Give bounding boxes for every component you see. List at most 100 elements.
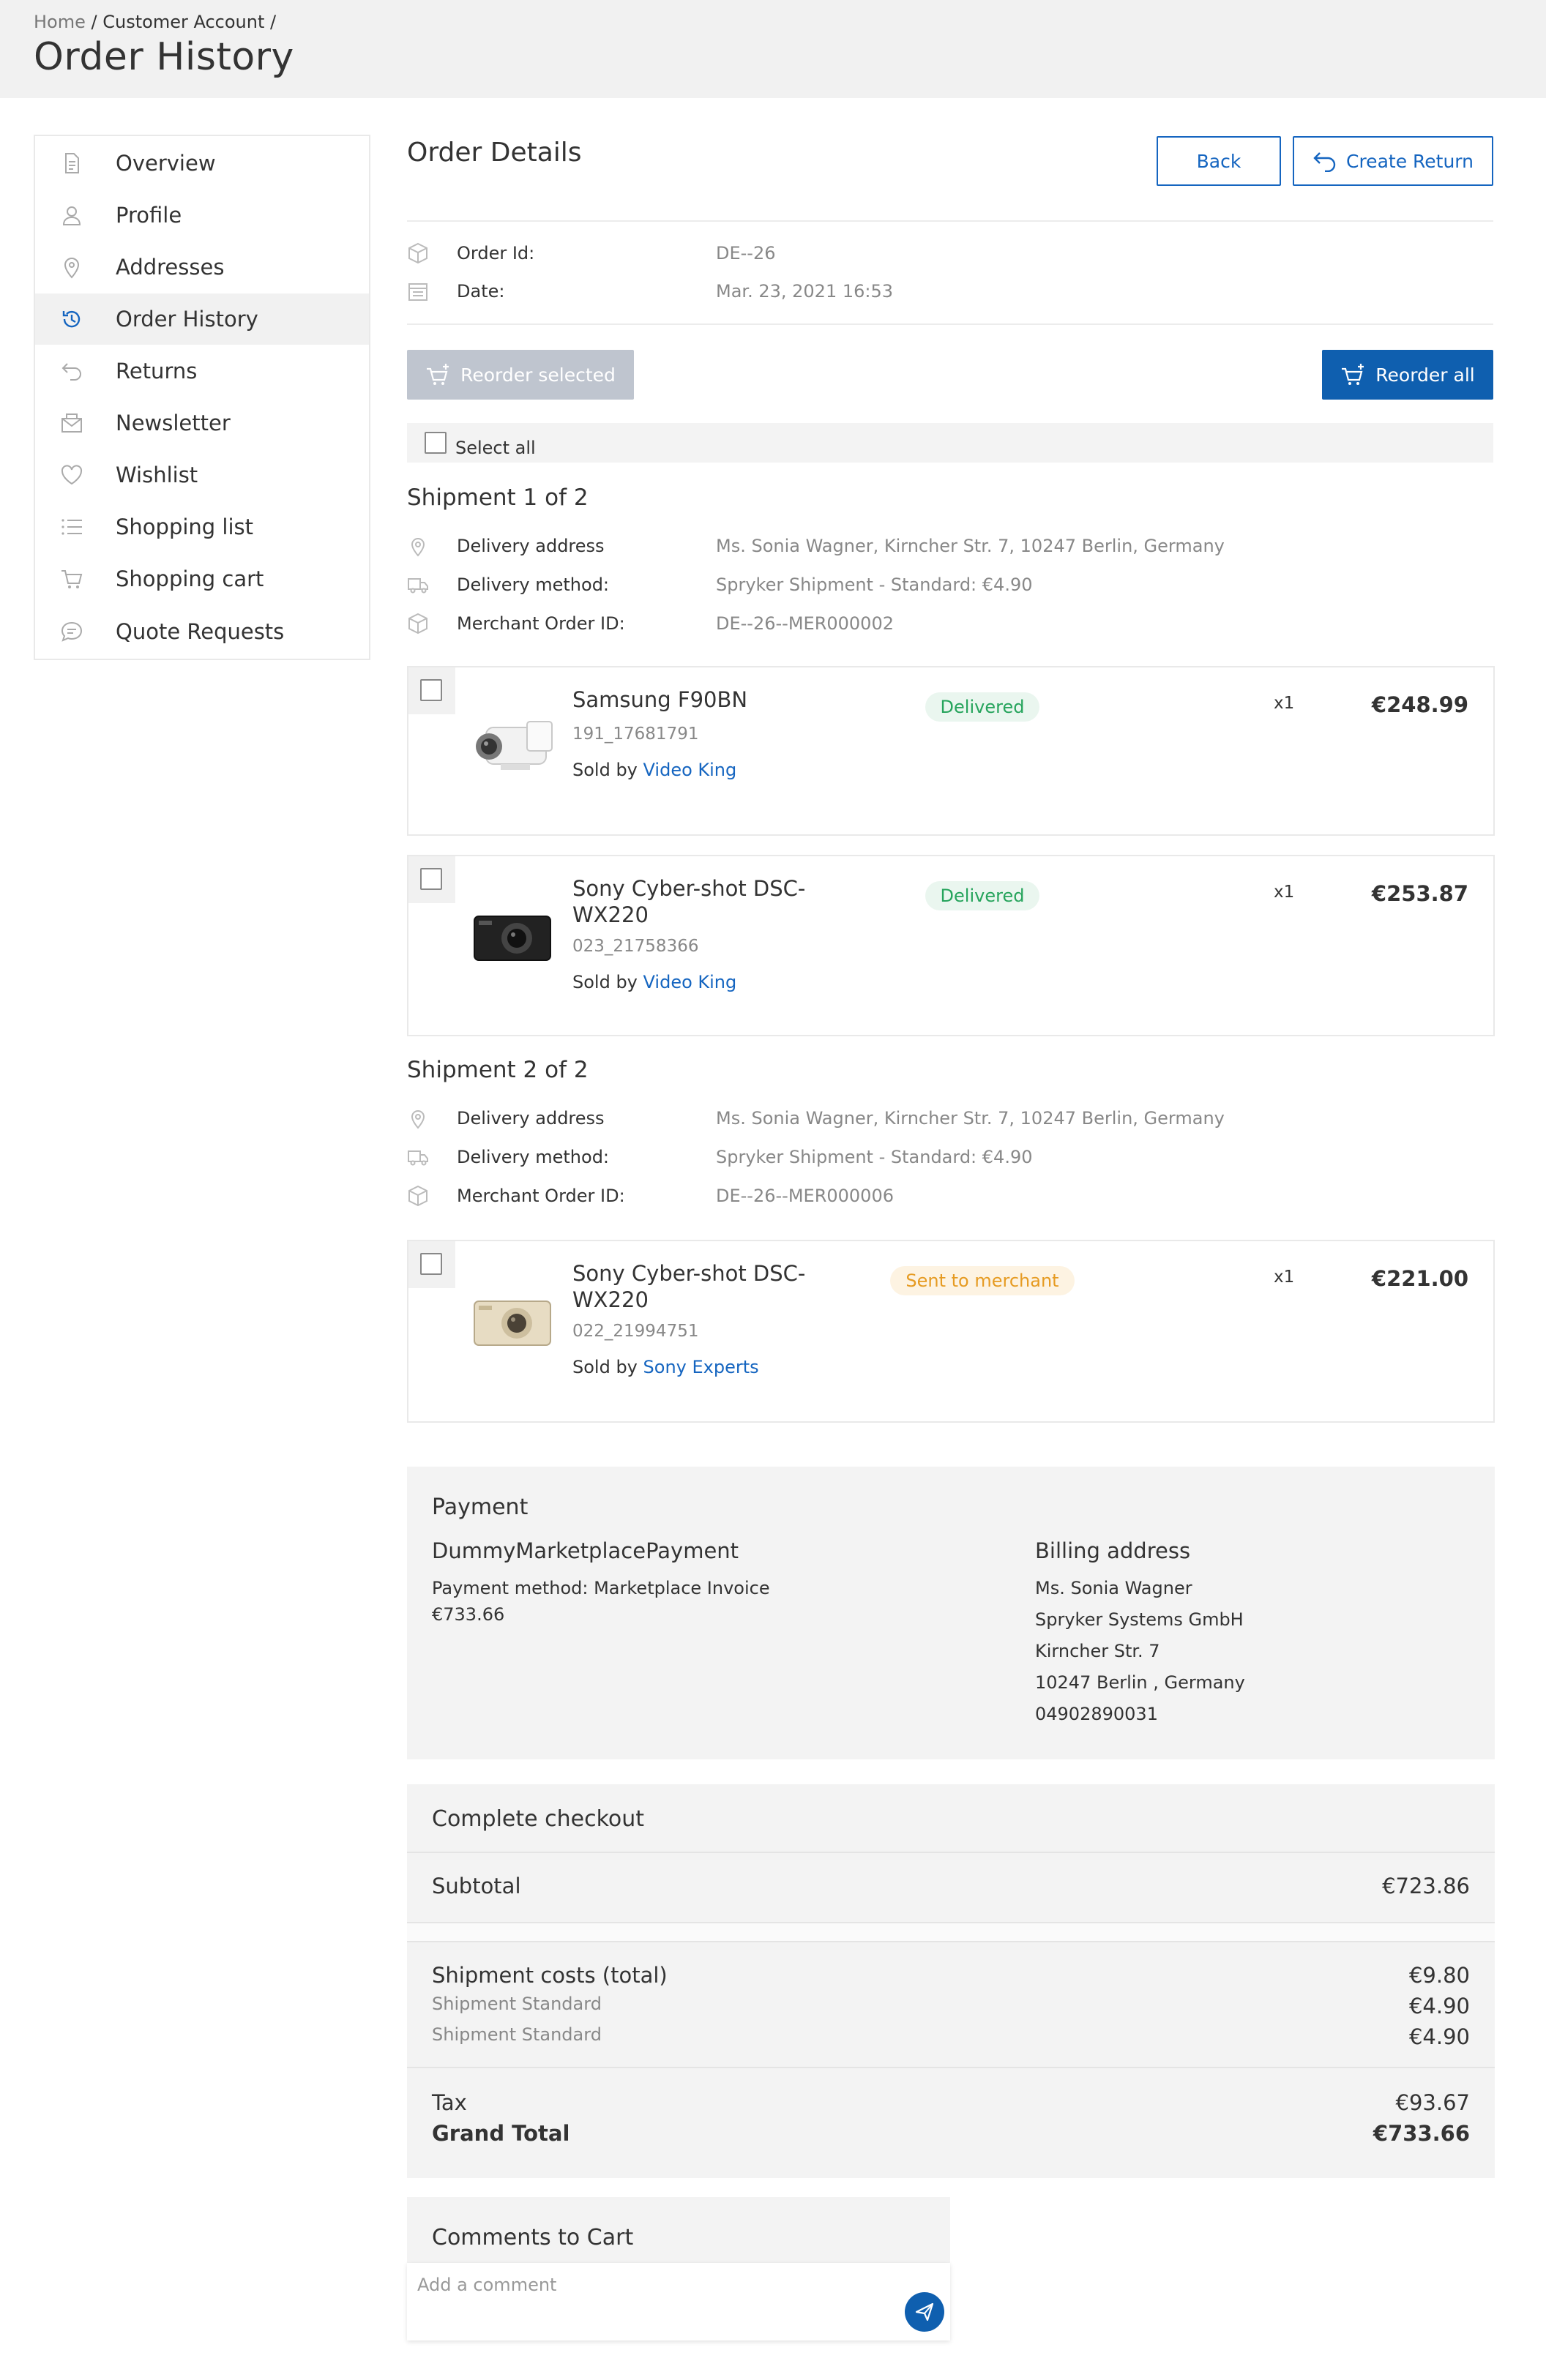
sidebar-item-addresses[interactable]: Addresses bbox=[35, 242, 369, 293]
reorder-selected-label: Reorder selected bbox=[460, 364, 616, 386]
create-return-label: Create Return bbox=[1346, 150, 1474, 172]
account-sidebar: Overview Profile Addresses Order History… bbox=[34, 135, 370, 660]
merchant-link[interactable]: Sony Experts bbox=[643, 1357, 759, 1377]
item-quantity: x1 bbox=[1274, 883, 1295, 902]
cart-add-icon bbox=[1342, 364, 1364, 385]
product-name[interactable]: Samsung F90BN bbox=[572, 686, 843, 713]
return-icon bbox=[61, 363, 81, 381]
shipment-line-label: Shipment Standard bbox=[432, 2024, 602, 2045]
product-name[interactable]: Sony Cyber-shot DSC-WX220 bbox=[572, 875, 843, 928]
item-checkbox-area bbox=[408, 1241, 455, 1288]
chat-icon bbox=[61, 621, 83, 642]
billing-line: Ms. Sonia Wagner bbox=[1035, 1578, 1192, 1598]
reorder-all-label: Reorder all bbox=[1375, 364, 1475, 386]
user-icon bbox=[62, 206, 81, 225]
order-id-label: Order Id: bbox=[457, 243, 535, 263]
order-date-row: Date: Mar. 23, 2021 16:53 bbox=[407, 277, 1139, 306]
reorder-selected-button[interactable]: Reorder selected bbox=[407, 350, 634, 400]
sidebar-item-label: Newsletter bbox=[116, 411, 231, 435]
billing-line: 04902890031 bbox=[1035, 1704, 1158, 1724]
delivery-address-row: Delivery address Ms. Sonia Wagner, Kirnc… bbox=[407, 531, 1432, 561]
payment-panel: Payment DummyMarketplacePayment Payment … bbox=[407, 1467, 1495, 1759]
product-sku: 022_21994751 bbox=[572, 1322, 699, 1341]
map-pin-icon bbox=[411, 538, 425, 557]
sidebar-item-quote-requests[interactable]: Quote Requests bbox=[35, 606, 369, 657]
back-button[interactable]: Back bbox=[1157, 136, 1281, 186]
sidebar-item-wishlist[interactable]: Wishlist bbox=[35, 449, 369, 501]
payment-amount: €733.66 bbox=[432, 1604, 505, 1625]
truck-icon bbox=[408, 578, 428, 594]
item-checkbox[interactable] bbox=[420, 1253, 442, 1275]
billing-line: 10247 Berlin , Germany bbox=[1035, 1672, 1245, 1693]
delivery-method-label: Delivery method: bbox=[457, 575, 610, 595]
sidebar-item-label: Shopping cart bbox=[116, 566, 264, 591]
box-icon bbox=[408, 1185, 427, 1207]
product-sku: 191_17681791 bbox=[572, 725, 699, 744]
subtotal-label: Subtotal bbox=[432, 1874, 521, 1898]
sidebar-item-label: Overview bbox=[116, 151, 216, 176]
item-price: €248.99 bbox=[1371, 692, 1468, 717]
order-id-row: Order Id: DE--26 bbox=[407, 239, 1139, 268]
shipment-line-value: €4.90 bbox=[1408, 1994, 1470, 2018]
product-sku: 023_21758366 bbox=[572, 937, 699, 956]
cart-add-icon bbox=[427, 364, 449, 385]
map-pin-icon bbox=[64, 258, 80, 279]
delivery-method-value: Spryker Shipment - Standard: €4.90 bbox=[716, 1147, 1033, 1167]
merchant-order-row: Merchant Order ID: DE--26--MER000006 bbox=[407, 1181, 1432, 1210]
create-return-button[interactable]: Create Return bbox=[1293, 136, 1493, 186]
merchant-link[interactable]: Video King bbox=[643, 972, 737, 992]
shipment-line-label: Shipment Standard bbox=[432, 1994, 602, 2014]
comment-input[interactable] bbox=[407, 2263, 950, 2340]
send-comment-button[interactable] bbox=[905, 2292, 944, 2332]
box-icon bbox=[408, 613, 427, 635]
merchant-order-label: Merchant Order ID: bbox=[457, 1186, 625, 1206]
tax-label: Tax bbox=[432, 2090, 467, 2115]
billing-address-title: Billing address bbox=[1035, 1538, 1191, 1563]
sidebar-item-shopping-cart[interactable]: Shopping cart bbox=[35, 553, 369, 605]
sidebar-item-label: Profile bbox=[116, 203, 182, 228]
divider bbox=[407, 220, 1493, 222]
item-checkbox-area bbox=[408, 856, 455, 903]
select-all-label: Select all bbox=[455, 438, 536, 458]
delivery-address-label: Delivery address bbox=[457, 1108, 605, 1129]
item-checkbox[interactable] bbox=[420, 868, 442, 890]
merchant-link[interactable]: Video King bbox=[643, 760, 737, 780]
sidebar-item-returns[interactable]: Returns bbox=[35, 345, 369, 397]
delivery-method-value: Spryker Shipment - Standard: €4.90 bbox=[716, 575, 1033, 595]
sold-by-label: Sold by bbox=[572, 972, 638, 992]
sidebar-item-label: Shopping list bbox=[116, 514, 254, 539]
item-checkbox-area bbox=[408, 667, 455, 714]
sidebar-item-shopping-list[interactable]: Shopping list bbox=[35, 501, 369, 553]
select-all-checkbox[interactable] bbox=[425, 432, 447, 454]
sidebar-item-label: Addresses bbox=[116, 255, 225, 280]
select-all-bar: Select all bbox=[407, 423, 1493, 463]
sidebar-item-label: Order History bbox=[116, 307, 258, 332]
subtotal-value: €723.86 bbox=[1382, 1874, 1470, 1898]
delivery-address-value: Ms. Sonia Wagner, Kirncher Str. 7, 10247… bbox=[716, 536, 1225, 556]
sidebar-item-label: Returns bbox=[116, 359, 198, 383]
delivery-address-label: Delivery address bbox=[457, 536, 605, 556]
breadcrumb: Home / Customer Account / bbox=[34, 12, 276, 32]
status-badge: Sent to merchant bbox=[890, 1266, 1075, 1295]
reorder-all-button[interactable]: Reorder all bbox=[1322, 350, 1493, 400]
black-camera-product-image bbox=[474, 916, 551, 961]
item-quantity: x1 bbox=[1274, 1268, 1295, 1287]
sidebar-item-profile[interactable]: Profile bbox=[35, 190, 369, 241]
divider bbox=[407, 323, 1493, 325]
order-details-title: Order Details bbox=[407, 138, 582, 168]
delivery-address-row: Delivery address Ms. Sonia Wagner, Kirnc… bbox=[407, 1104, 1432, 1133]
sidebar-item-newsletter[interactable]: Newsletter bbox=[35, 397, 369, 449]
breadcrumb-customer-account[interactable]: Customer Account bbox=[102, 12, 264, 32]
item-checkbox[interactable] bbox=[420, 679, 442, 701]
merchant-order-value: DE--26--MER000002 bbox=[716, 613, 894, 634]
breadcrumb-separator: / bbox=[91, 12, 97, 32]
sidebar-item-order-history[interactable]: Order History bbox=[35, 293, 369, 345]
sidebar-item-overview[interactable]: Overview bbox=[35, 138, 369, 189]
breadcrumb-home[interactable]: Home bbox=[34, 12, 86, 32]
grand-total-label: Grand Total bbox=[432, 2121, 570, 2146]
order-id-value: DE--26 bbox=[716, 243, 776, 263]
camcorder-product-image bbox=[476, 721, 553, 770]
product-name[interactable]: Sony Cyber-shot DSC-WX220 bbox=[572, 1260, 843, 1313]
page-title: Order History bbox=[34, 35, 294, 79]
billing-line: Spryker Systems GmbH bbox=[1035, 1609, 1244, 1630]
